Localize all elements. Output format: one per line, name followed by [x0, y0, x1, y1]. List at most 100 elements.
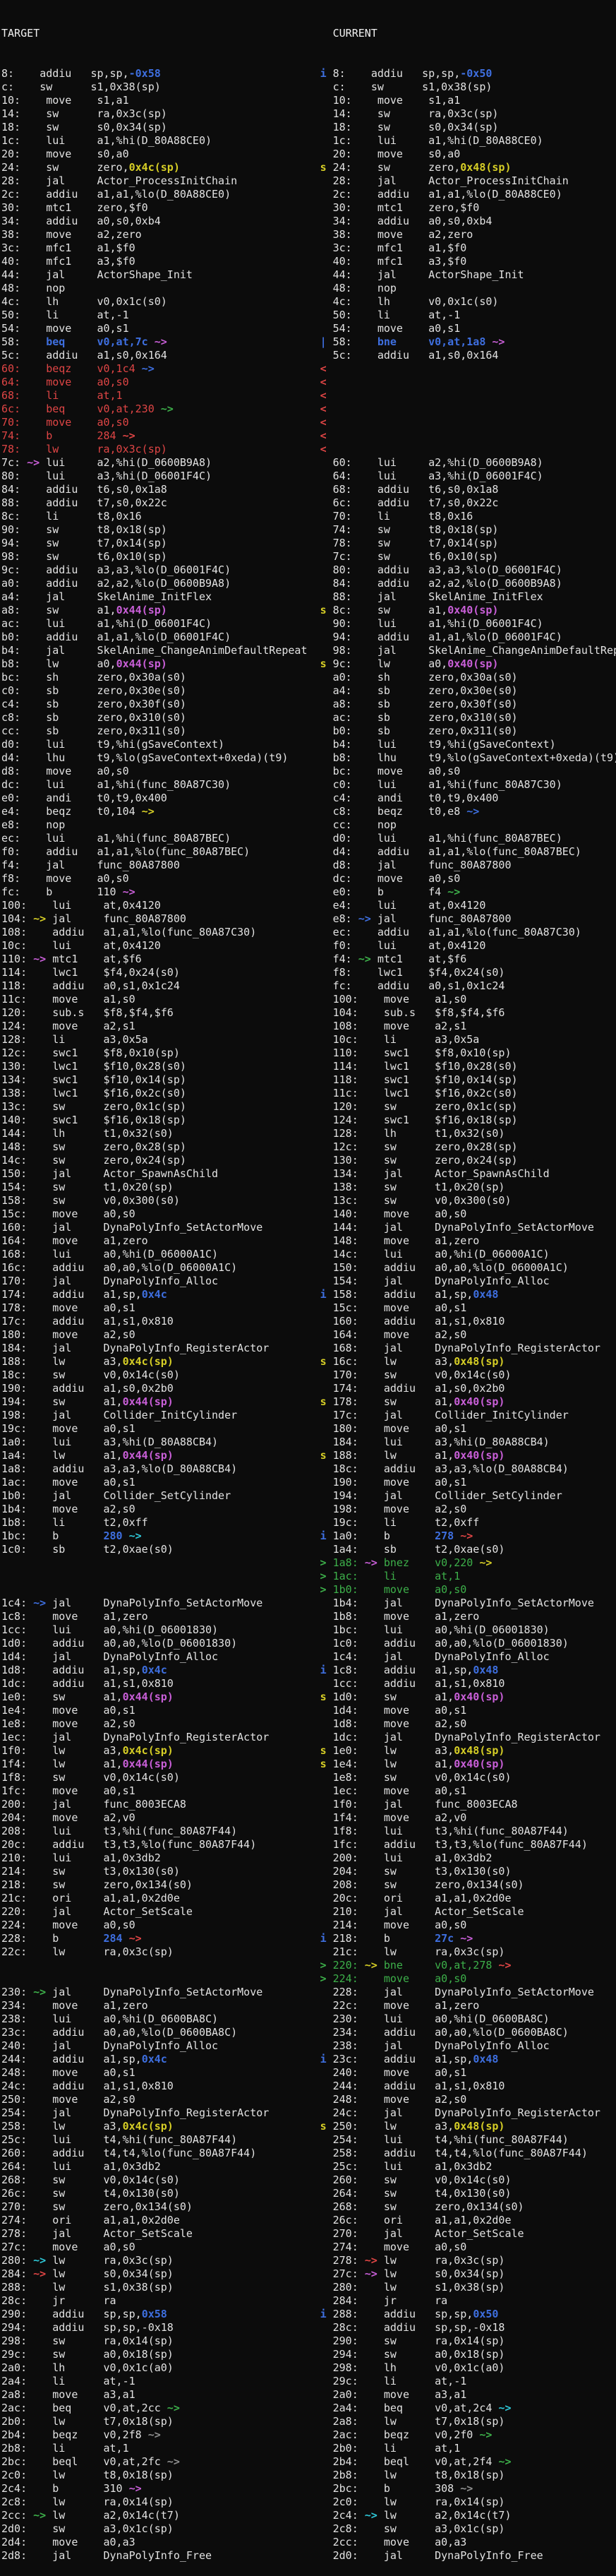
asm-row: 2d4: move a0,a3 2cc: move a0,a3: [1, 2536, 616, 2549]
asm-row: c8: sb zero,0x310(s0) ac: sb zero,0x310(…: [1, 711, 616, 724]
asm-row: 14c: sw zero,0x24(sp) 130: sw zero,0x24(…: [1, 1154, 616, 1167]
asm-row: 1b8: li t2,0xff 19c: li t2,0xff: [1, 1516, 616, 1530]
asm-row: 20c: addiu t3,t3,%lo(func_80A87F44) 1fc:…: [1, 1838, 616, 1852]
asm-row: 18: sw s0,0x34(sp) 18: sw s0,0x34(sp): [1, 121, 616, 134]
asm-row: 20: move s0,a0 20: move s0,a0: [1, 148, 616, 161]
asm-row: 184: jal DynaPolyInfo_RegisterActor 168:…: [1, 1342, 616, 1355]
asm-row: 228: b 284 ~> i 218: b 27c ~>: [1, 1932, 616, 1945]
asm-row: 48: nop 48: nop: [1, 282, 616, 295]
asm-row: 294: addiu sp,sp,-0x18 28c: addiu sp,sp,…: [1, 2321, 616, 2334]
asm-row: 204: move a2,v0 1f4: move a2,v0: [1, 1811, 616, 1825]
asm-row: e8: nop cc: nop: [1, 818, 616, 832]
asm-row: 198: jal Collider_InitCylinder 17c: jal …: [1, 1409, 616, 1422]
asm-row: 2a8: move a3,a1 2a0: move a3,a1: [1, 2388, 616, 2402]
diff-marker: <: [320, 416, 327, 429]
diff-marker: s: [320, 1395, 327, 1408]
asm-row: 260: addiu t4,t4,%lo(func_80A87F44) 258:…: [1, 2147, 616, 2160]
asm-row: 1e4: move a0,s1 1d4: move a0,s1: [1, 1704, 616, 1717]
asm-row: 18c: sw v0,0x14c(s0) 170: sw v0,0x14c(s0…: [1, 1368, 616, 1382]
asm-row: 2c: addiu a1,a1,%lo(D_80A88CE0) 2c: addi…: [1, 188, 616, 201]
asm-row: 274: ori a1,a1,0x2d0e 26c: ori a1,a1,0x2…: [1, 2214, 616, 2227]
asm-row: c4: sb zero,0x30f(s0) a8: sb zero,0x30f(…: [1, 698, 616, 711]
diff-marker: i: [320, 1288, 327, 1301]
asm-row: 240: jal DynaPolyInfo_Alloc 238: jal Dyn…: [1, 2039, 616, 2053]
asm-row: 25c: lui t4,%hi(func_80A87F44) 254: lui …: [1, 2133, 616, 2147]
asm-row: 200: jal func_8003ECA8 1f0: jal func_800…: [1, 1798, 616, 1811]
asm-row: 50: li at,-1 50: li at,-1: [1, 309, 616, 322]
asm-row: 98: sw t6,0x10(sp) 7c: sw t6,0x10(sp): [1, 550, 616, 564]
diff-marker: s: [320, 1355, 327, 1368]
asm-row: > 1b0: move a0,s0: [1, 1583, 616, 1597]
asm-row: 78: lw ra,0x3c(sp) <: [1, 443, 616, 456]
asm-row: 178: move a0,s1 15c: move a0,s1: [1, 1301, 616, 1315]
asm-row: 38: move a2,zero 38: move a2,zero: [1, 228, 616, 242]
asm-row: 2ac: beq v0,at,2cc ~> 2a4: beq v0,at,2c4…: [1, 2402, 616, 2415]
asm-row: 1c: lui a1,%hi(D_80A88CE0) 1c: lui a1,%h…: [1, 134, 616, 148]
asm-row: a0: addiu a2,a2,%lo(D_0600B9A8) 84: addi…: [1, 577, 616, 590]
asm-row: 90: sw t8,0x18(sp) 74: sw t8,0x18(sp): [1, 523, 616, 537]
asm-row: 128: li a3,0x5a 10c: li a3,0x5a: [1, 1033, 616, 1046]
asm-row: 1c8: move a1,zero 1b8: move a1,zero: [1, 1610, 616, 1623]
diff-marker: <: [320, 389, 327, 402]
asm-row: e4: beqz t0,104 ~> c8: beqz t0,e8 ~>: [1, 805, 616, 818]
asm-row: 124: move a2,s1 108: move a2,s1: [1, 1020, 616, 1033]
asm-row: 44: jal ActorShape_Init 44: jal ActorSha…: [1, 268, 616, 282]
asm-row: 190: addiu a1,s0,0x2b0 174: addiu a1,s0,…: [1, 1382, 616, 1395]
asm-row: d8: move a0,s0 bc: move a0,s0: [1, 765, 616, 778]
diff-marker: s: [320, 1744, 327, 1757]
asm-row: ac: lui a1,%hi(D_06001F4C) 90: lui a1,%h…: [1, 617, 616, 631]
asm-row: 298: sw ra,0x14(sp) 290: sw ra,0x14(sp): [1, 2334, 616, 2348]
asm-row: 2d0: sw a3,0x1c(sp) 2c8: sw a3,0x1c(sp): [1, 2522, 616, 2536]
asm-row: 21c: ori a1,a1,0x2d0e 20c: ori a1,a1,0x2…: [1, 1892, 616, 1905]
asm-row: 26c: sw t4,0x130(s0) 264: sw t4,0x130(s0…: [1, 2187, 616, 2200]
diff-marker: <: [320, 376, 327, 388]
asm-row: 250: move a2,s0 248: move a2,s0: [1, 2093, 616, 2106]
asm-row: dc: lui a1,%hi(func_80A87C30) c0: lui a1…: [1, 778, 616, 792]
asm-row: 174: addiu a1,sp,0x4c i 158: addiu a1,sp…: [1, 1288, 616, 1301]
asm-row: fc: b 110 ~> e0: b f4 ~>: [1, 886, 616, 899]
asm-row: 2bc: beql v0,at,2fc ~> 2b4: beql v0,at,2…: [1, 2455, 616, 2469]
diff-marker: s: [320, 1758, 327, 1770]
asm-row: 1ec: jal DynaPolyInfo_RegisterActor 1dc:…: [1, 1731, 616, 1744]
asm-row: 7c: ~> lui a2,%hi(D_0600B9A8) 60: lui a2…: [1, 456, 616, 470]
asm-row: 1ac: move a0,s1 190: move a0,s1: [1, 1476, 616, 1489]
asm-row: 114: lwc1 $f4,0x24(s0) f8: lwc1 $f4,0x24…: [1, 966, 616, 979]
diff-marker: i: [320, 1530, 327, 1542]
asm-row: 118: addiu a0,s1,0x1c24 fc: addiu a0,s1,…: [1, 979, 616, 993]
asm-row: 8: addiu sp,sp,-0x58 i 8: addiu sp,sp,-0…: [1, 67, 616, 80]
asm-row: 58: beq v0,at,7c ~> | 58: bne v0,at,1a8 …: [1, 335, 616, 349]
asm-row: 2b8: li at,1 2b0: li at,1: [1, 2442, 616, 2455]
asm-row: 140: swc1 $f16,0x18(sp) 124: swc1 $f16,0…: [1, 1114, 616, 1127]
asm-row: 1c0: sb t2,0xae(s0) 1a4: sb t2,0xae(s0): [1, 1543, 616, 1556]
asm-row: 290: addiu sp,sp,0x58 i 288: addiu sp,sp…: [1, 2308, 616, 2321]
asm-row: 230: ~> jal DynaPolyInfo_SetActorMove 22…: [1, 1986, 616, 1999]
diff-marker: s: [320, 604, 327, 616]
asm-row: 24: sw zero,0x4c(sp) s 24: sw zero,0x48(…: [1, 161, 616, 174]
diff-marker: s: [320, 2120, 327, 2133]
asm-row: 288: lw s1,0x38(sp) 280: lw s1,0x38(sp): [1, 2281, 616, 2294]
asm-row: 1f8: sw v0,0x14c(s0) 1e8: sw v0,0x14c(s0…: [1, 1771, 616, 1784]
asm-row: 180: move a2,s0 164: move a2,s0: [1, 1328, 616, 1342]
asm-row: 2a0: lh v0,0x1c(a0) 298: lh v0,0x1c(a0): [1, 2361, 616, 2375]
asm-row: 5c: addiu a1,s0,0x164 5c: addiu a1,s0,0x…: [1, 349, 616, 362]
asm-row: 2c8: lw ra,0x14(sp) 2c0: lw ra,0x14(sp): [1, 2496, 616, 2509]
asm-diff-output: TARGET CURRENT 8: addiu sp,sp,-0x58 i 8:…: [0, 0, 616, 2576]
diff-marker: <: [320, 429, 327, 442]
asm-row: 1d0: addiu a0,a0,%lo(D_06001830) 1c0: ad…: [1, 1637, 616, 1650]
diff-marker: <: [320, 443, 327, 455]
diff-marker: >: [320, 1583, 327, 1596]
asm-row: 2c0: lw t8,0x18(sp) 2b8: lw t8,0x18(sp): [1, 2469, 616, 2482]
diff-marker: s: [320, 1449, 327, 1462]
asm-row: 2cc: ~> lw a2,0x14c(t7) 2c4: ~> lw a2,0x…: [1, 2509, 616, 2522]
asm-row: 148: sw zero,0x28(sp) 12c: sw zero,0x28(…: [1, 1140, 616, 1154]
asm-row: 168: lui a0,%hi(D_06000A1C) 14c: lui a0,…: [1, 1248, 616, 1261]
asm-row: 24c: addiu a1,s1,0x810 244: addiu a1,s1,…: [1, 2080, 616, 2093]
diff-marker: i: [320, 2308, 327, 2320]
asm-row: > 1ac: li at,1: [1, 1570, 616, 1583]
diff-marker: >: [320, 1959, 327, 1972]
diff-marker: i: [320, 2053, 327, 2065]
asm-row: 220: jal Actor_SetScale 210: jal Actor_S…: [1, 1905, 616, 1919]
asm-row: 19c: move a0,s1 180: move a0,s1: [1, 1422, 616, 1436]
asm-row: 108: addiu a1,a1,%lo(func_80A87C30) ec: …: [1, 926, 616, 939]
asm-row: 70: move a0,s0 <: [1, 416, 616, 429]
